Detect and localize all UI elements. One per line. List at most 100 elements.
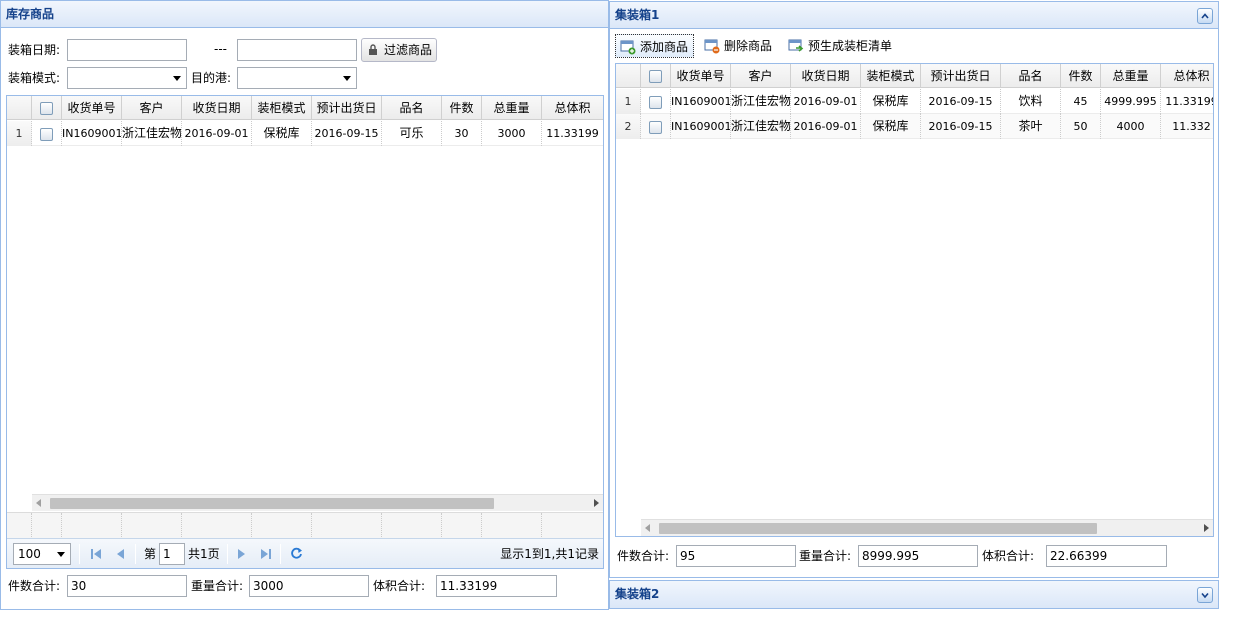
weight-total-label: 重量合计:: [191, 579, 244, 593]
scroll-left-icon[interactable]: [36, 499, 41, 507]
container2-title-text: 集装箱2: [615, 587, 660, 601]
col-header[interactable]: 总重量: [1101, 64, 1161, 88]
table-row[interactable]: 2 IN1609001 浙江佳宏物 2016-09-01 保税库 2016-09…: [616, 114, 1213, 139]
delete-doc-icon: [704, 39, 720, 54]
table-cell: 可乐: [382, 121, 442, 146]
table-cell: 2016-09-15: [312, 121, 382, 146]
first-page-icon[interactable]: [90, 548, 102, 560]
container1-title-text: 集装箱1: [615, 8, 660, 22]
delete-goods-button[interactable]: 删除商品: [700, 34, 772, 58]
count-total-field[interactable]: 30: [67, 575, 187, 597]
row-checkbox[interactable]: [32, 121, 62, 146]
row-checkbox[interactable]: [641, 89, 671, 114]
scroll-left-icon[interactable]: [645, 524, 650, 532]
scroll-thumb[interactable]: [659, 523, 1097, 534]
col-header[interactable]: 收货日期: [791, 64, 861, 88]
add-goods-button[interactable]: 添加商品: [615, 34, 694, 58]
volume-total-field[interactable]: 11.33199: [436, 575, 557, 597]
scroll-right-icon[interactable]: [594, 499, 599, 507]
delete-goods-label: 删除商品: [724, 39, 773, 53]
col-header[interactable]: 品名: [1001, 64, 1061, 88]
table-cell: 2016-09-01: [791, 89, 861, 114]
volume-total-label: 体积合计:: [982, 549, 1035, 563]
col-header[interactable]: 客户: [122, 96, 182, 120]
chevron-down-icon: [1201, 592, 1209, 599]
row-checkbox[interactable]: [641, 114, 671, 139]
scroll-right-icon[interactable]: [1204, 524, 1209, 532]
table-cell: 2016-09-15: [921, 89, 1001, 114]
lock-icon: [369, 44, 377, 55]
col-header[interactable]: 收货单号: [62, 96, 122, 120]
refresh-icon[interactable]: [290, 547, 303, 560]
volume-total-field[interactable]: 22.66399: [1046, 545, 1167, 567]
table-cell: IN1609001: [671, 114, 731, 139]
col-header[interactable]: 总重量: [482, 96, 542, 120]
table-cell: 浙江佳宏物: [731, 89, 791, 114]
table-cell: 保税库: [252, 121, 312, 146]
table-cell: 保税库: [861, 89, 921, 114]
col-header[interactable]: 总体积: [542, 96, 603, 120]
expand-button[interactable]: [1197, 587, 1213, 603]
horizontal-scrollbar[interactable]: [641, 519, 1213, 536]
weight-total-field[interactable]: 3000: [249, 575, 369, 597]
table-cell: 3000: [482, 121, 542, 146]
page-total: 共1页: [188, 547, 220, 561]
table-cell: 2016-09-01: [182, 121, 252, 146]
page-number-input[interactable]: 1: [159, 543, 185, 565]
col-header[interactable]: 总体积: [1161, 64, 1213, 88]
filter-goods-button[interactable]: 过滤商品: [361, 38, 438, 62]
chevron-down-icon: [57, 552, 65, 557]
weight-total-field[interactable]: 8999.995: [858, 545, 978, 567]
table-cell: IN1609001: [671, 89, 731, 114]
col-header[interactable]: 装柜模式: [861, 64, 921, 88]
table-cell: 浙江佳宏物: [122, 121, 182, 146]
pagination-bar: 100 第 1 共1页 显示1到1,共1记录: [7, 538, 603, 568]
inventory-panel: 库存商品 装箱日期: --- 过滤商品 装箱模式: 目的港: 收货单号 客户 收…: [0, 0, 609, 610]
select-all-checkbox[interactable]: [32, 96, 62, 120]
col-header[interactable]: 客户: [731, 64, 791, 88]
table-cell: 50: [1061, 114, 1101, 139]
table-cell: 4000: [1101, 114, 1161, 139]
mode-select[interactable]: [67, 67, 187, 89]
next-page-icon[interactable]: [235, 548, 247, 560]
date-to-input[interactable]: [237, 39, 357, 61]
container1-panel-title[interactable]: 集装箱1: [610, 2, 1218, 29]
col-header[interactable]: 件数: [442, 96, 482, 120]
generate-list-button[interactable]: 预生成装柜清单: [784, 34, 892, 58]
rownum-header: [616, 64, 641, 88]
date-from-input[interactable]: [67, 39, 187, 61]
col-header[interactable]: 收货日期: [182, 96, 252, 120]
count-total-label: 件数合计:: [8, 579, 61, 593]
display-info: 显示1到1,共1记录: [500, 547, 599, 561]
col-header[interactable]: 收货单号: [671, 64, 731, 88]
select-all-checkbox[interactable]: [641, 64, 671, 88]
count-total-field[interactable]: 95: [676, 545, 796, 567]
col-header[interactable]: 装柜模式: [252, 96, 312, 120]
page-size-select[interactable]: 100: [13, 543, 71, 565]
inventory-grid-header: 收货单号 客户 收货日期 装柜模式 预计出货日 品名 件数 总重量 总体积: [7, 96, 603, 120]
port-label: 目的港:: [191, 71, 232, 85]
col-header[interactable]: 预计出货日: [312, 96, 382, 120]
table-row[interactable]: 1 IN1609001 浙江佳宏物 2016-09-01 保税库 2016-09…: [7, 121, 603, 146]
add-goods-label: 添加商品: [640, 40, 689, 54]
container2-panel-title[interactable]: 集装箱2: [610, 581, 1218, 608]
table-row[interactable]: 1 IN1609001 浙江佳宏物 2016-09-01 保税库 2016-09…: [616, 89, 1213, 114]
table-cell: 2016-09-15: [921, 114, 1001, 139]
table-cell: 饮料: [1001, 89, 1061, 114]
table-cell: 11.332: [1161, 114, 1213, 139]
table-cell: 11.33199: [542, 121, 603, 146]
scroll-thumb[interactable]: [50, 498, 494, 509]
chevron-down-icon: [173, 76, 181, 81]
last-page-icon[interactable]: [260, 548, 272, 560]
grid-footer-row: [7, 512, 603, 539]
port-select[interactable]: [237, 67, 357, 89]
prev-page-icon[interactable]: [115, 548, 127, 560]
col-header[interactable]: 预计出货日: [921, 64, 1001, 88]
col-header[interactable]: 品名: [382, 96, 442, 120]
table-cell: 茶叶: [1001, 114, 1061, 139]
collapse-button[interactable]: [1197, 8, 1213, 24]
horizontal-scrollbar[interactable]: [32, 494, 603, 511]
rownum-header: [7, 96, 32, 120]
col-header[interactable]: 件数: [1061, 64, 1101, 88]
row-number: 2: [616, 114, 641, 139]
